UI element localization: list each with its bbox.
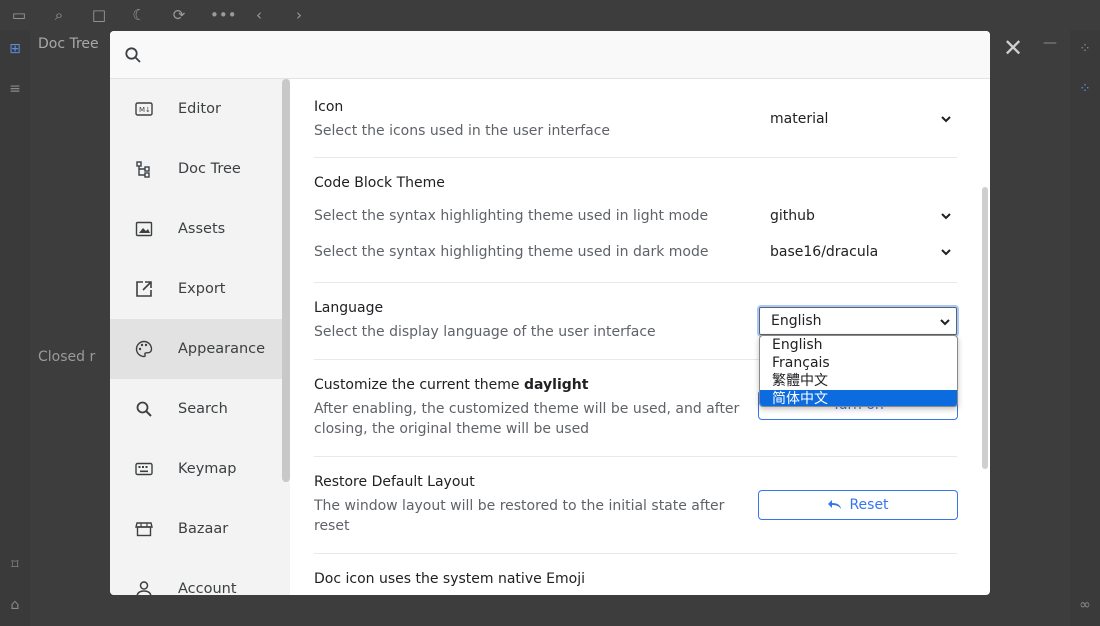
setting-title: Doc icon uses the system native Emoji [314,571,585,587]
sidebar-item-doc-tree[interactable]: Doc Tree [110,139,282,199]
minimize-icon[interactable]: — [1043,35,1057,51]
setting-title: Language [314,300,384,316]
search-icon [134,399,154,419]
sidebar-item-label: Account [178,581,237,595]
sidebar-item-bazaar[interactable]: Bazaar [110,499,282,559]
setting-native-emoji-row: Doc icon uses the system native Emoji [314,554,957,595]
language-option-english[interactable]: English [760,336,957,354]
chevron-down-icon [941,213,951,220]
forward-icon[interactable]: › [290,6,308,24]
language-option-traditional-chinese[interactable]: 繁體中文 [760,372,957,390]
sync-icon[interactable]: ⟳ [170,6,188,24]
closed-notebooks-label: Closed r [38,349,96,365]
settings-dialog: M↓ Editor Doc Tree Assets Export Appeara… [110,31,990,595]
graph-icon[interactable]: ⁘ [1076,40,1094,58]
sidebar-item-label: Bazaar [178,521,229,537]
sidebar-item-editor[interactable]: M↓ Editor [110,79,282,139]
icon-select[interactable]: material [758,104,958,134]
palette-icon [134,339,154,359]
settings-sidebar: M↓ Editor Doc Tree Assets Export Appeara… [110,79,290,595]
setting-description: Select the icons used in the user interf… [314,123,611,139]
setting-title: Restore Default Layout [314,474,475,490]
sidebar-item-label: Export [178,281,226,297]
link-icon[interactable]: ∞ [1076,596,1094,614]
dock-title: Doc Tree [38,36,99,52]
moon-icon[interactable]: ☾ [130,6,148,24]
keyboard-icon [134,459,154,479]
settings-search-input[interactable] [154,41,954,69]
chevron-down-icon [940,319,950,326]
setting-description: Select the display language of the user … [314,324,656,340]
bookmark-icon[interactable]: ⌑ [6,556,24,574]
backlink-icon[interactable]: ⁘ [1076,80,1094,98]
outline-icon[interactable]: ≡ [6,80,24,98]
light-theme-select[interactable]: github [758,201,958,231]
setting-title: Customize the current theme daylight [314,377,589,393]
close-icon[interactable]: ✕ [1003,36,1023,60]
setting-description: The window layout will be restored to th… [314,498,725,534]
sidebar-item-label: Appearance [178,341,266,357]
doc-tree-icon [134,159,154,179]
account-icon [134,579,154,595]
sidebar-item-appearance[interactable]: Appearance [110,319,282,379]
setting-description: Select the syntax highlighting theme use… [314,208,709,224]
export-icon [134,279,154,299]
settings-search-bar [110,31,990,79]
setting-icon-row: Icon Select the icons used in the user i… [314,79,957,158]
content-scrollbar[interactable] [982,187,988,469]
left-dock: ⊞ ≡ ⌑ ⌂ [0,30,30,626]
search-icon [125,47,141,63]
svg-text:M↓: M↓ [139,106,151,114]
square-icon[interactable]: □ [90,6,108,24]
language-dropdown-list: English Français 繁體中文 简体中文 [759,335,958,407]
more-icon[interactable]: ••• [210,6,237,24]
language-option-simplified-chinese[interactable]: 简体中文 [760,390,957,406]
setting-title: Icon [314,99,344,115]
app-toolbar: ▭ ⌕ □ ☾ ⟳ ••• ‹ › [0,0,1100,30]
sidebar-item-assets[interactable]: Assets [110,199,282,259]
search-icon[interactable]: ⌕ [50,6,68,24]
chevron-down-icon [941,249,951,256]
doc-tree-icon[interactable]: ⊞ [6,40,24,58]
sidebar-item-label: Doc Tree [178,161,241,177]
sidebar-item-label: Search [178,401,228,417]
image-icon [134,219,154,239]
sidebar-item-label: Assets [178,221,226,237]
markdown-icon: M↓ [134,99,154,119]
calendar-icon[interactable]: ▭ [10,6,28,24]
language-select[interactable]: English [757,305,959,337]
chevron-down-icon [941,116,951,123]
dark-theme-select[interactable]: base16/dracula [758,237,958,267]
sidebar-scrollbar[interactable] [282,79,290,482]
setting-restore-layout-row: Restore Default Layout The window layout… [314,457,958,554]
setting-code-block-theme-row: Code Block Theme Select the syntax highl… [314,158,957,283]
setting-title: Code Block Theme [314,175,445,191]
sidebar-item-keymap[interactable]: Keymap [110,439,282,499]
language-option-francais[interactable]: Français [760,354,957,372]
sidebar-item-label: Keymap [178,461,237,477]
setting-description: After enabling, the customized theme wil… [314,401,740,437]
setting-description: Select the syntax highlighting theme use… [314,244,709,260]
sidebar-item-account[interactable]: Account [110,559,282,595]
tag-icon[interactable]: ⌂ [6,596,24,614]
sidebar-item-export[interactable]: Export [110,259,282,319]
sidebar-item-label: Editor [178,101,221,117]
undo-icon [828,500,842,509]
right-dock: ⁘ ⁘ ∞ [1070,30,1100,626]
reset-button[interactable]: Reset [758,490,958,520]
back-icon[interactable]: ‹ [250,6,268,24]
theme-name: daylight [524,377,589,393]
store-icon [134,519,154,539]
sidebar-item-search[interactable]: Search [110,379,282,439]
